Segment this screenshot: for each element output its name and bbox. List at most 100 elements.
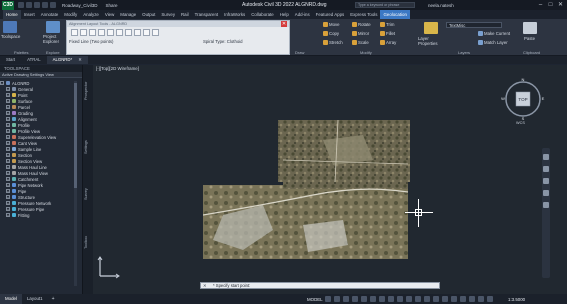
tab-infraworks[interactable]: InfraWorks — [221, 10, 248, 19]
units-icon[interactable] — [460, 296, 466, 302]
lock-ui-icon[interactable] — [478, 296, 484, 302]
toolbar-close-button[interactable]: ✕ — [281, 21, 287, 27]
expand-icon[interactable]: + — [6, 93, 10, 97]
doc-tab-start[interactable]: Start — [0, 56, 21, 64]
fixed-line-option[interactable]: Fixed Line (Two points) — [69, 39, 113, 44]
modify-panel-label[interactable]: Modify — [360, 50, 372, 55]
snap-icon[interactable] — [334, 296, 340, 302]
toolspace-view-selector[interactable]: Active Drawing Settings View — [0, 72, 82, 78]
tab-prospector[interactable]: Prospector — [84, 71, 92, 111]
expand-icon[interactable]: + — [6, 201, 10, 205]
draw-panel-label[interactable]: Draw — [295, 50, 304, 55]
toolspace-button[interactable]: Toolspace — [1, 34, 20, 39]
osnap-icon[interactable] — [379, 296, 385, 302]
polar-icon[interactable] — [352, 296, 358, 302]
tab-analyze[interactable]: Analyze — [80, 10, 102, 19]
move-button[interactable]: Move — [323, 22, 340, 27]
expand-icon[interactable]: + — [6, 105, 10, 109]
palettes-panel-label[interactable]: Palettes — [14, 50, 28, 55]
tab-view[interactable]: View — [102, 10, 117, 19]
new-icon[interactable] — [18, 2, 24, 8]
array-button[interactable]: Array — [380, 40, 396, 45]
close-button[interactable]: ✕ — [556, 1, 565, 9]
tab-layout1[interactable]: Layout1 — [22, 294, 48, 304]
expand-icon[interactable]: + — [6, 195, 10, 199]
minimize-button[interactable]: – — [536, 1, 545, 9]
tab-annotate[interactable]: Annotate — [38, 10, 62, 19]
toolspace-scrollbar[interactable] — [74, 81, 77, 286]
expand-icon[interactable]: + — [6, 117, 10, 121]
close-tab-icon[interactable]: ✕ — [78, 56, 82, 64]
rotate-button[interactable]: Rotate — [352, 22, 371, 27]
selection-cycling-icon[interactable] — [406, 296, 412, 302]
tab-insert[interactable]: Insert — [21, 10, 38, 19]
ortho-icon[interactable] — [343, 296, 349, 302]
collapse-icon[interactable]: − — [0, 81, 4, 85]
annotation-visibility-icon[interactable] — [415, 296, 421, 302]
tangent-tool-icon[interactable] — [71, 29, 78, 36]
expand-icon[interactable]: + — [6, 183, 10, 187]
tab-featured-apps[interactable]: Featured Apps — [313, 10, 348, 19]
tree-item-fitting[interactable]: + Fitting — [0, 212, 77, 218]
showmotion-icon[interactable] — [543, 202, 549, 208]
annotation-scale[interactable]: 1:3.5000 — [508, 297, 525, 302]
isodraft-icon[interactable] — [361, 296, 367, 302]
delete-tool-icon[interactable] — [98, 29, 105, 36]
viewport-controls[interactable]: [-][Top][2D Wireframe] — [96, 66, 139, 71]
layer-dropdown[interactable]: TextMisc — [446, 22, 502, 28]
tab-transparent[interactable]: Transparent — [192, 10, 222, 19]
edit-tool-icon[interactable] — [116, 29, 123, 36]
command-line[interactable]: ✕ * Specify start point: — [200, 282, 440, 289]
viewcube[interactable]: TOP N S E W — [501, 77, 545, 121]
layers-panel-label[interactable]: Layers — [458, 50, 470, 55]
expand-icon[interactable]: + — [6, 87, 10, 91]
model-space-toggle[interactable]: MODEL — [307, 297, 323, 302]
drawing-viewport[interactable]: [-][Top][2D Wireframe] TOP N S E W WCS ✕… — [93, 65, 567, 294]
tab-help[interactable]: Help — [277, 10, 292, 19]
mirror-button[interactable]: Mirror — [352, 31, 369, 36]
trim-button[interactable]: Trim — [380, 22, 394, 27]
tab-modify[interactable]: Modify — [61, 10, 80, 19]
wcs-menu[interactable]: WCS — [516, 121, 525, 125]
explore-panel-label[interactable]: Explore — [46, 50, 60, 55]
orbit-icon[interactable] — [543, 190, 549, 196]
expand-icon[interactable]: + — [6, 207, 10, 211]
search-input[interactable]: Type a keyword or phrase — [355, 2, 415, 8]
tab-manage[interactable]: Manage — [117, 10, 139, 19]
expand-icon[interactable]: + — [6, 99, 10, 103]
grid-view-icon[interactable] — [125, 29, 132, 36]
maximize-button[interactable]: □ — [546, 1, 555, 9]
tab-express-tools[interactable]: Express Tools — [347, 10, 380, 19]
paste-button[interactable]: Paste — [524, 36, 535, 41]
curve-tool-icon[interactable] — [80, 29, 87, 36]
tab-model[interactable]: Model — [0, 294, 22, 304]
zoom-icon[interactable] — [543, 178, 549, 184]
tab-output[interactable]: Output — [139, 10, 158, 19]
doc-tab-algnrd[interactable]: ALGNRD* ✕ — [46, 56, 88, 64]
isolate-objects-icon[interactable] — [487, 296, 493, 302]
expand-icon[interactable]: + — [6, 111, 10, 115]
spiral-type-option[interactable]: Spiral Type: Clothoid — [203, 39, 243, 44]
undo-tool-icon[interactable] — [143, 29, 150, 36]
tab-geolocation[interactable]: Geolocation — [380, 10, 410, 19]
clipboard-panel-label[interactable]: Clipboard — [523, 50, 540, 55]
user-account[interactable]: neela.natesh — [428, 3, 454, 8]
toolspace-header[interactable]: TOOLSPACE — [0, 65, 82, 72]
tab-toolbox[interactable]: Toolbox — [84, 227, 92, 257]
match-layer-button[interactable]: Match Layer — [478, 40, 508, 45]
expand-icon[interactable]: + — [6, 147, 10, 151]
tab-add-ins[interactable]: Add-ins — [292, 10, 313, 19]
layer-properties-icon[interactable] — [424, 22, 438, 34]
undo-icon[interactable] — [42, 2, 48, 8]
save-icon[interactable] — [34, 2, 40, 8]
tab-settings-side[interactable]: Settings — [84, 131, 92, 163]
expand-icon[interactable]: + — [6, 171, 10, 175]
expand-icon[interactable]: + — [6, 129, 10, 133]
expand-icon[interactable]: + — [6, 141, 10, 145]
toolbar-title[interactable]: Alignment Layout Tools - ALGNRD — [67, 21, 289, 27]
project-explorer-icon[interactable] — [46, 21, 60, 33]
expand-icon[interactable]: + — [6, 153, 10, 157]
redo-icon[interactable] — [50, 2, 56, 8]
annotation-monitor-icon[interactable] — [451, 296, 457, 302]
transparency-icon[interactable] — [397, 296, 403, 302]
